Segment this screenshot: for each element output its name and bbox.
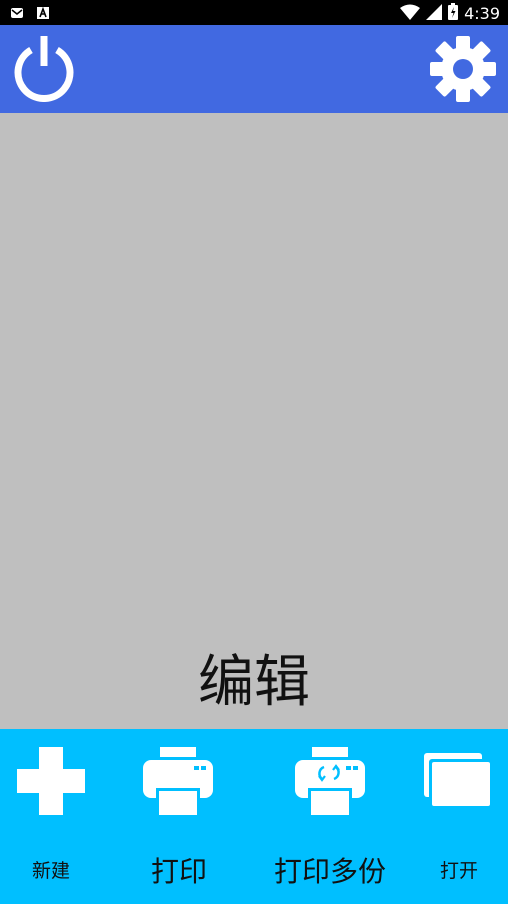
status-left (10, 5, 50, 24)
a-icon (36, 5, 50, 24)
status-bar: 4:39 (0, 0, 508, 25)
print-button[interactable]: 打印 (120, 729, 238, 904)
print-label: 打印 (150, 855, 207, 888)
power-icon (14, 36, 74, 102)
status-time: 4:39 (464, 4, 500, 23)
signal-icon (426, 3, 443, 24)
printer-multiple-icon (295, 747, 365, 815)
settings-button[interactable] (428, 34, 498, 104)
printer-icon (143, 747, 213, 815)
mail-icon (10, 5, 24, 24)
gear-icon (430, 36, 496, 102)
app-bar (0, 25, 508, 113)
battery-icon (448, 3, 459, 24)
label-canvas[interactable]: 编辑 (0, 113, 508, 729)
status-right: 4:39 (400, 3, 500, 24)
wifi-icon (400, 4, 421, 24)
print-multiple-label: 打印多份 (273, 855, 386, 888)
print-multiple-button[interactable]: 打印多份 (262, 729, 398, 904)
plus-icon (17, 747, 85, 815)
new-button[interactable]: 新建 (0, 729, 102, 904)
bottom-toolbar: 新建 打印 打印多份 打开 (0, 729, 508, 904)
edit-label[interactable]: 编辑 (0, 648, 508, 718)
power-button[interactable] (10, 34, 78, 102)
window-stack-icon (424, 753, 492, 809)
new-label: 新建 (31, 860, 70, 882)
open-label: 打开 (439, 860, 478, 882)
open-button[interactable]: 打开 (410, 729, 508, 904)
